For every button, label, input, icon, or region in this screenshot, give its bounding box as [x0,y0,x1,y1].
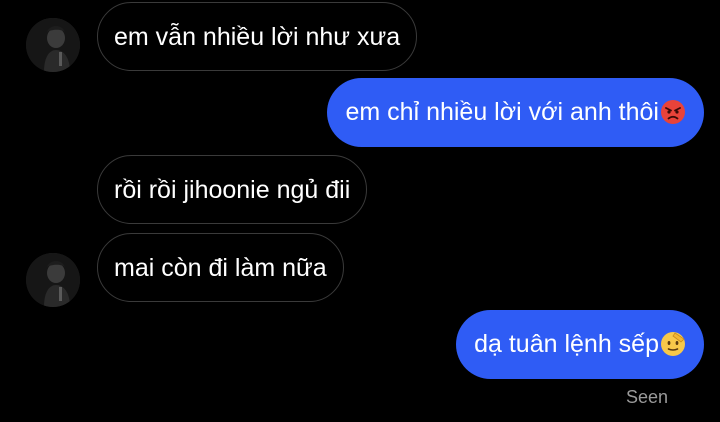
message-text: em chỉ nhiều lời với anh thôi [345,98,659,126]
contact-avatar[interactable] [26,18,80,72]
outgoing-message[interactable]: em chỉ nhiều lời với anh thôi [327,78,704,147]
message-text: dạ tuân lệnh sếp [474,330,659,358]
incoming-message[interactable]: em vẫn nhiều lời như xưa [97,2,418,71]
incoming-message[interactable]: rồi rồi jihoonie ngủ đii [97,155,368,224]
message-text: em vẫn nhiều lời như xưa [114,23,401,51]
seen-status: Seen [625,387,668,407]
incoming-message[interactable]: mai còn đi làm nữa [97,233,344,302]
message-text: mai còn đi làm nữa [114,254,327,282]
contact-avatar[interactable] [26,253,80,307]
angry-face-emoji [660,83,686,124]
message-text: rồi rồi jihoonie ngủ đii [114,176,351,204]
outgoing-message[interactable]: dạ tuân lệnh sếp [456,310,704,379]
saluting-face-emoji [660,315,686,356]
